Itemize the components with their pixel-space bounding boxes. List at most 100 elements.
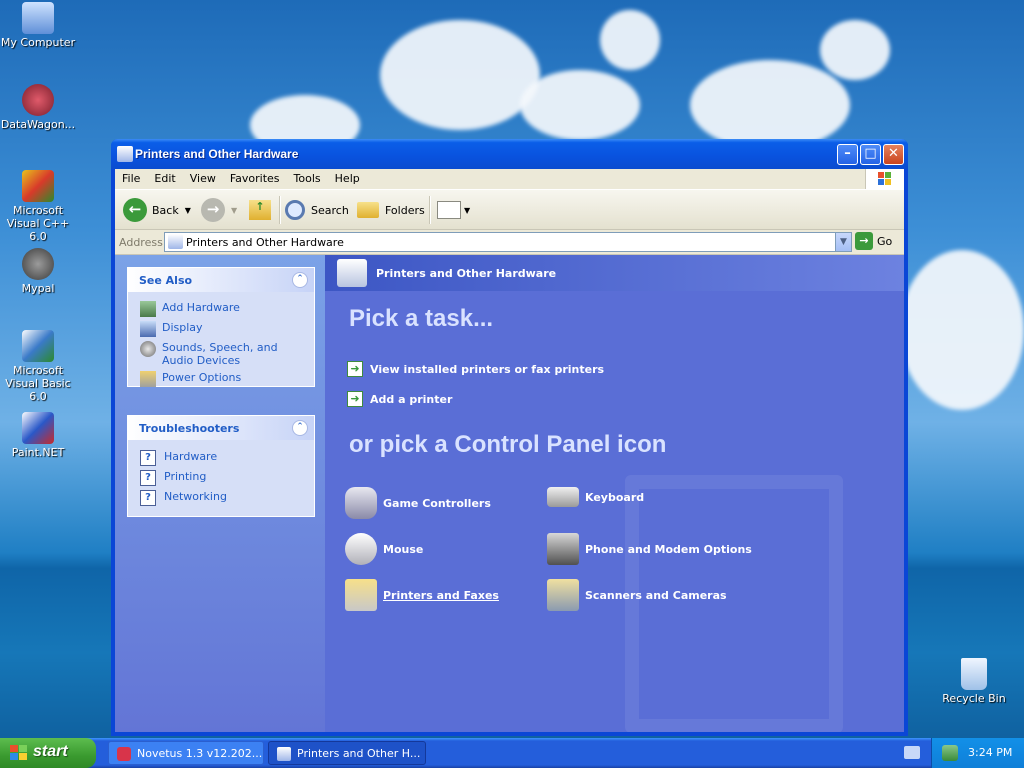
folders-button[interactable]: Folders xyxy=(357,196,425,224)
power-icon xyxy=(140,371,156,387)
folders-icon xyxy=(357,202,379,218)
toolbar-divider xyxy=(429,196,431,224)
close-button[interactable]: ✕ xyxy=(883,144,904,165)
cp-mouse[interactable]: Mouse xyxy=(345,533,423,565)
link-hardware[interactable]: ? Hardware xyxy=(140,450,217,466)
start-button[interactable]: start xyxy=(0,738,96,768)
printer-icon xyxy=(277,747,291,761)
link-power-options[interactable]: Power Options xyxy=(140,371,241,387)
desktop-icon-visual-cpp[interactable]: Microsoft Visual C++ 6.0 xyxy=(0,170,76,243)
link-sounds[interactable]: Sounds, Speech, and Audio Devices xyxy=(140,341,280,367)
cp-label: Printers and Faxes xyxy=(383,588,499,602)
views-button[interactable]: ▼ xyxy=(437,196,470,224)
menu-tools[interactable]: Tools xyxy=(287,169,328,185)
folders-label: Folders xyxy=(385,203,425,217)
my-computer-icon xyxy=(22,2,54,34)
toolbar: ← Back ▼ → ▼ ↑ Search Folders ▼ xyxy=(115,190,904,230)
desktop-icon-my-computer[interactable]: My Computer xyxy=(0,2,76,49)
minimize-button[interactable]: – xyxy=(837,144,858,165)
visual-cpp-icon xyxy=(22,170,54,202)
forward-button[interactable]: → ▼ xyxy=(201,196,237,224)
paintnet-icon xyxy=(22,412,54,444)
cp-printers-faxes[interactable]: Printers and Faxes xyxy=(345,579,499,611)
link-label: Power Options xyxy=(162,371,242,384)
address-input[interactable]: Printers and Other Hardware ▼ xyxy=(164,232,852,252)
toolbar-divider xyxy=(279,196,281,224)
window-title: Printers and Other Hardware xyxy=(135,147,299,161)
task-view-printers[interactable]: ➜ View installed printers or fax printer… xyxy=(347,361,604,377)
menu-view[interactable]: View xyxy=(183,169,223,185)
chevron-down-icon[interactable]: ▼ xyxy=(185,206,191,215)
desktop-icon-label: Paint.NET xyxy=(11,446,65,459)
address-bar: Address Printers and Other Hardware ▼ → … xyxy=(115,230,904,255)
cp-label: Game Controllers xyxy=(383,496,491,510)
network-icon[interactable] xyxy=(942,745,958,761)
link-printing[interactable]: ? Printing xyxy=(140,470,206,486)
see-also-title: See Also xyxy=(139,274,193,287)
go-button[interactable]: → Go xyxy=(855,232,892,250)
desktop-icon-visual-basic[interactable]: Microsoft Visual Basic 6.0 xyxy=(0,330,76,403)
desktop-icon-label: Microsoft Visual Basic 6.0 xyxy=(5,364,71,403)
display-icon xyxy=(140,321,156,337)
desktop-icon-mypal[interactable]: Mypal xyxy=(0,248,76,295)
taskbar-button-novetus[interactable]: Novetus 1.3 v12.202... xyxy=(108,741,264,765)
link-display[interactable]: Display xyxy=(140,321,203,337)
chevron-down-icon: ▼ xyxy=(464,205,471,215)
add-hardware-icon xyxy=(140,301,156,317)
system-tray: 3:24 PM xyxy=(931,738,1024,768)
scanner-icon xyxy=(547,579,579,611)
go-arrow-icon: → xyxy=(855,232,873,250)
content-pane: Printers and Other Hardware Pick a task.… xyxy=(325,255,904,732)
menu-edit[interactable]: Edit xyxy=(147,169,182,185)
printer-icon xyxy=(117,146,133,162)
maximize-button[interactable]: □ xyxy=(860,144,881,165)
joystick-icon xyxy=(345,487,377,519)
pick-task-heading: Pick a task... xyxy=(349,305,494,332)
collapse-icon[interactable]: ⌃ xyxy=(292,272,308,288)
printer-icon xyxy=(168,234,183,249)
back-arrow-icon: ← xyxy=(123,198,147,222)
mypal-icon xyxy=(22,248,54,280)
cp-phone-modem[interactable]: Phone and Modem Options xyxy=(547,533,752,565)
menu-help[interactable]: Help xyxy=(328,169,367,185)
back-button[interactable]: ← Back ▼ xyxy=(123,196,191,224)
link-label: Networking xyxy=(164,490,227,503)
link-add-hardware[interactable]: Add Hardware xyxy=(140,301,240,317)
collapse-icon[interactable]: ⌃ xyxy=(292,420,308,436)
title-bar[interactable]: Printers and Other Hardware – □ ✕ xyxy=(111,139,908,169)
troubleshooters-header[interactable]: Troubleshooters ⌃ xyxy=(128,416,314,440)
taskbar: start Novetus 1.3 v12.202... Printers an… xyxy=(0,738,1024,768)
address-value: Printers and Other Hardware xyxy=(186,236,344,249)
search-button[interactable]: Search xyxy=(285,196,349,224)
cp-label: Scanners and Cameras xyxy=(585,588,727,602)
mouse-icon xyxy=(345,533,377,565)
desktop-icon-label: Recycle Bin xyxy=(942,692,1006,705)
menu-favorites[interactable]: Favorites xyxy=(223,169,287,185)
cp-scanners-cameras[interactable]: Scanners and Cameras xyxy=(547,579,727,611)
see-also-header[interactable]: See Also ⌃ xyxy=(128,268,314,292)
desktop-icon-recycle-bin[interactable]: Recycle Bin xyxy=(936,658,1012,705)
desktop-icon-paintnet[interactable]: Paint.NET xyxy=(0,412,76,459)
task-add-printer[interactable]: ➜ Add a printer xyxy=(347,391,452,407)
menu-file[interactable]: File xyxy=(115,169,147,185)
menu-bar: File Edit View Favorites Tools Help xyxy=(115,169,904,190)
cp-label: Mouse xyxy=(383,542,424,556)
up-folder-icon: ↑ xyxy=(249,200,271,220)
desktop-icon-datawagon[interactable]: DataWagon... xyxy=(0,84,76,131)
up-folder-button[interactable]: ↑ xyxy=(249,196,271,224)
desktop-icon-label: Microsoft Visual C++ 6.0 xyxy=(6,204,70,243)
taskbar-button-printers[interactable]: Printers and Other H... xyxy=(268,741,426,765)
windows-logo-icon xyxy=(10,745,28,761)
cloud xyxy=(900,250,1024,410)
cp-game-controllers[interactable]: Game Controllers xyxy=(345,487,491,519)
link-networking[interactable]: ? Networking xyxy=(140,490,227,506)
chevron-down-icon[interactable]: ▼ xyxy=(231,206,237,215)
keyboard-icon[interactable] xyxy=(904,746,920,759)
cloud xyxy=(600,10,660,70)
cp-label: Keyboard xyxy=(585,490,645,504)
chevron-down-icon[interactable]: ▼ xyxy=(835,233,851,251)
desktop-icon-label: DataWagon... xyxy=(0,118,76,131)
cp-keyboard[interactable]: Keyboard xyxy=(547,487,644,507)
shortcut-icon xyxy=(22,84,54,116)
cloud xyxy=(820,20,890,80)
